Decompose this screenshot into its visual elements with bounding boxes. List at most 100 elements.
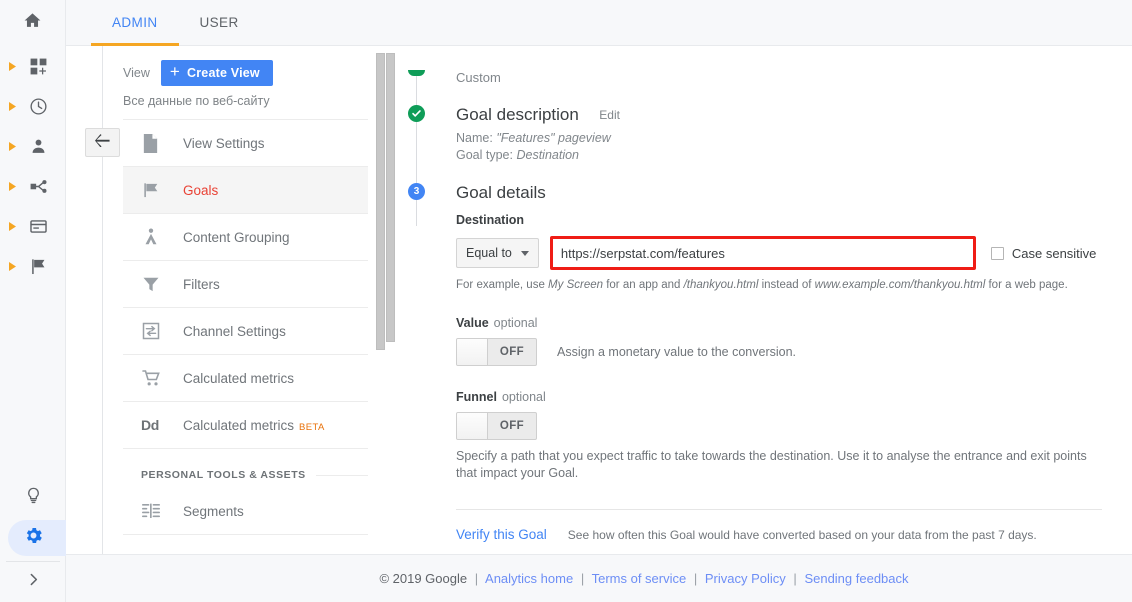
step-goal-details: 3 Goal details Destination Equal to http…: [408, 183, 1132, 542]
nav-item-label: Calculated metrics BETA: [183, 418, 325, 433]
case-sensitive-checkbox-wrapper[interactable]: Case sensitive: [990, 245, 1097, 261]
home-button[interactable]: [0, 0, 65, 46]
nav-item-view-settings[interactable]: View Settings: [123, 120, 368, 167]
helper-part-a: For example, use: [456, 279, 549, 291]
rail-item-customization[interactable]: [0, 46, 65, 86]
collapse-panel-button[interactable]: [85, 128, 120, 157]
funnel-toggle[interactable]: OFF: [456, 412, 537, 440]
tab-admin[interactable]: ADMIN: [91, 0, 179, 46]
verify-this-goal-link[interactable]: Verify this Goal: [456, 527, 547, 542]
value-optional-text: optional: [493, 316, 538, 330]
tab-user[interactable]: USER: [179, 0, 260, 45]
nav-items-container: View + Create View Все данные по веб-сай…: [123, 46, 370, 582]
nav-item-label: View Settings: [183, 135, 265, 151]
chevron-down-icon: [520, 250, 529, 256]
destination-row: Equal to Case sensitive: [456, 236, 1132, 270]
create-view-button[interactable]: + Create View: [160, 59, 273, 86]
conversions-flag-icon: [17, 257, 59, 276]
expand-rail-button[interactable]: [0, 562, 66, 602]
current-view-name: Все данные по веб-сайту: [123, 94, 270, 108]
nav-item-content-grouping[interactable]: Content Grouping: [123, 214, 368, 261]
shopping-cart-icon: [141, 368, 183, 388]
rail-item-audience[interactable]: [0, 126, 65, 166]
tab-user-label: USER: [199, 15, 239, 30]
nav-section-label: PERSONAL TOOLS & ASSETS: [141, 469, 306, 481]
nav-item-label-text: Calculated metrics: [183, 417, 295, 433]
goal-description-title: Goal description: [456, 105, 579, 124]
tab-admin-label: ADMIN: [112, 15, 158, 30]
helper-part-b: My Screen: [548, 279, 604, 291]
footer-link-terms-of-service[interactable]: Terms of service: [592, 571, 687, 586]
value-toggle-row: OFF Assign a monetary value to the conve…: [456, 330, 1132, 366]
goal-description-summary: Name: "Features" pageview Goal type: Des…: [456, 130, 1132, 164]
destination-url-field-highlight: [549, 236, 976, 270]
destination-helper-text: For example, use My Screen for an app an…: [456, 278, 1132, 292]
footer-separator: |: [474, 571, 479, 586]
nav-scroll-area[interactable]: View + Create View Все данные по веб-сай…: [123, 46, 386, 602]
chevron-right-icon: [7, 221, 17, 231]
value-toggle-description: Assign a monetary value to the conversio…: [557, 345, 797, 359]
value-toggle-state: OFF: [499, 346, 525, 358]
footer-copyright: © 2019 Google: [379, 571, 468, 586]
value-field-label: Value optional: [456, 316, 1132, 330]
dd-text-icon: Dd: [141, 417, 183, 433]
nav-item-filters[interactable]: Filters: [123, 261, 368, 308]
helper-part-f: www.example.com/thankyou.html: [814, 279, 986, 291]
footer-separator: |: [793, 571, 797, 586]
footer-separator: |: [693, 571, 698, 586]
discover-button[interactable]: [0, 478, 66, 518]
value-toggle[interactable]: OFF: [456, 338, 537, 366]
nav-item-segments[interactable]: Segments: [123, 488, 368, 535]
verify-goal-description: See how often this Goal would have conve…: [567, 528, 1037, 542]
case-sensitive-label: Case sensitive: [1011, 245, 1097, 261]
nav-item-goals[interactable]: Goals: [123, 167, 368, 214]
body-split: View + Create View Все данные по веб-сай…: [66, 46, 1132, 602]
footer-link-privacy-policy[interactable]: Privacy Policy: [705, 571, 786, 586]
goal-name-value: "Features" pageview: [496, 131, 611, 145]
content-grouping-icon: [141, 227, 183, 247]
helper-part-d: /thankyou.html: [683, 279, 759, 291]
chevron-right-icon: [7, 181, 17, 191]
nav-item-calculated-metrics[interactable]: Dd Calculated metrics BETA: [123, 402, 368, 449]
match-type-label: Equal to: [466, 246, 512, 260]
audience-person-icon: [17, 137, 59, 156]
rail-item-acquisition[interactable]: [0, 166, 65, 206]
value-toggle-knob: [457, 339, 488, 365]
nav-item-ecommerce-settings[interactable]: Calculated metrics: [123, 355, 368, 402]
funnel-optional-text: optional: [501, 390, 546, 404]
document-icon: [141, 133, 183, 154]
nav-section-personal-tools: PERSONAL TOOLS & ASSETS: [123, 449, 368, 488]
nav-item-channel-settings[interactable]: Channel Settings: [123, 308, 368, 355]
funnel-toggle-knob: [457, 413, 488, 439]
match-type-dropdown[interactable]: Equal to: [456, 238, 539, 268]
behavior-window-icon: [17, 217, 59, 236]
rail-item-realtime[interactable]: [0, 86, 65, 126]
arrow-left-icon: [94, 133, 111, 152]
case-sensitive-checkbox[interactable]: [990, 246, 1004, 260]
step-complete-badge-partial: [408, 70, 425, 76]
footer-separator: |: [580, 571, 585, 586]
nav-gutter: [66, 46, 123, 602]
helper-part-c: for an app and: [603, 279, 684, 291]
left-nav-rail: [0, 0, 90, 602]
nav-item-label-text: Calculated metrics: [183, 370, 295, 386]
goal-details-content: Custom Goal description Edit Name: "Feat…: [386, 46, 1132, 602]
rail-item-behavior[interactable]: [0, 206, 65, 246]
footer-link-sending-feedback[interactable]: Sending feedback: [804, 571, 908, 586]
goal-setup-value: Custom: [456, 70, 501, 85]
funnel-description: Specify a path that you expect traffic t…: [456, 449, 1087, 480]
nav-item-label: Filters: [183, 276, 220, 292]
content-scrollbar-thumb[interactable]: [386, 53, 395, 342]
funnel-field-label: Funnel optional: [456, 390, 1132, 404]
funnel-label-text: Funnel: [456, 390, 497, 404]
nav-item-label: Channel Settings: [183, 323, 286, 339]
edit-goal-description-link[interactable]: Edit: [599, 108, 620, 122]
admin-button[interactable]: [0, 518, 90, 558]
flag-icon: [141, 180, 183, 200]
goal-name-prefix: Name:: [456, 131, 493, 145]
google-analytics-admin-page: ADMIN USER View + Create View Все данные…: [0, 0, 1132, 602]
footer-link-analytics-home[interactable]: Analytics home: [485, 571, 573, 586]
rail-item-conversions[interactable]: [0, 246, 65, 286]
destination-url-input[interactable]: [552, 239, 973, 267]
nav-scrollbar-thumb[interactable]: [376, 53, 385, 350]
